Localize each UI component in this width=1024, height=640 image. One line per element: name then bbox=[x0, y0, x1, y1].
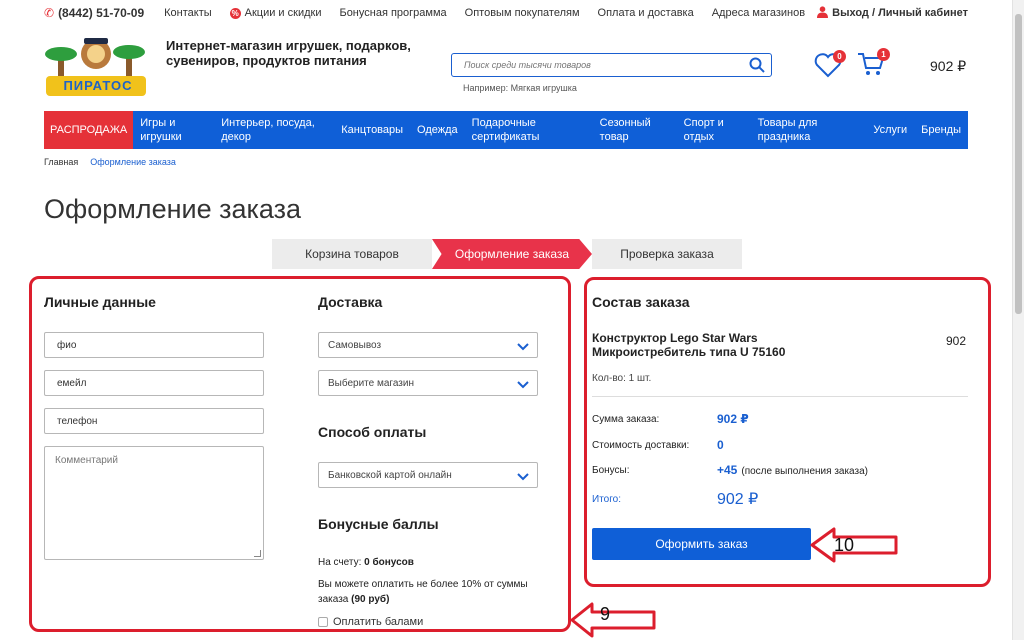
nav-sale[interactable]: РАСПРОДАЖА bbox=[44, 111, 134, 149]
order-sum-value: 902 ₽ bbox=[717, 412, 749, 426]
summary-divider bbox=[592, 396, 968, 397]
order-sum-label: Сумма заказа: bbox=[592, 414, 660, 425]
annotation-label-left: 9 bbox=[600, 604, 611, 624]
store-select-value: Выберите магазин bbox=[328, 377, 414, 389]
nav-interior[interactable]: Интерьер, посуда, декор bbox=[214, 111, 334, 149]
site-tagline: Интернет-магазин игрушек, подарков, суве… bbox=[166, 38, 411, 68]
main-nav: РАСПРОДАЖА Игры и игрушки Интерьер, посу… bbox=[44, 111, 968, 149]
favorites-badge: 0 bbox=[833, 50, 846, 63]
bonus-title: Бонусные баллы bbox=[318, 516, 439, 532]
scrollbar-thumb[interactable] bbox=[1015, 14, 1022, 314]
user-icon bbox=[817, 5, 829, 21]
phone-number[interactable]: ✆ (8442) 51-70-09 bbox=[44, 6, 144, 20]
annotation-arrow-right-icon bbox=[810, 527, 898, 563]
delivery-method-select[interactable]: Самовывоз bbox=[318, 332, 538, 358]
delivery-cost-label: Стоимость доставки: bbox=[592, 440, 690, 451]
chevron-down-icon bbox=[517, 473, 529, 481]
nav-seasonal[interactable]: Сезонный товар bbox=[593, 111, 677, 149]
search-icon[interactable] bbox=[743, 54, 771, 76]
total-value: 902 ₽ bbox=[717, 491, 759, 508]
nav-gift-certificates[interactable]: Подарочные сертификаты bbox=[465, 111, 593, 149]
product-price: 902 bbox=[946, 334, 967, 348]
checkout-steps: Корзина товаров Оформление заказа Провер… bbox=[272, 239, 742, 269]
bonuses-label: Бонусы: bbox=[592, 465, 630, 476]
store-select[interactable]: Выберите магазин bbox=[318, 370, 538, 396]
annotation-arrow-left-icon bbox=[570, 602, 656, 638]
pay-with-points-checkbox[interactable] bbox=[318, 617, 328, 627]
total-label: Итого: bbox=[592, 494, 621, 505]
comment-field[interactable]: Комментарий bbox=[44, 446, 264, 560]
top-bar: ✆ (8442) 51-70-09 Контакты % Акции и ски… bbox=[44, 4, 968, 22]
account-link[interactable]: Выход / Личный кабинет bbox=[817, 5, 968, 21]
phone-field[interactable]: телефон bbox=[44, 408, 264, 434]
phone-icon: ✆ bbox=[44, 6, 55, 20]
bonus-balance-value: 0 бонусов bbox=[364, 557, 414, 568]
top-links: Контакты % Акции и скидки Бонусная прогр… bbox=[164, 7, 805, 19]
nav-clothing[interactable]: Одежда bbox=[410, 111, 465, 149]
nav-sport[interactable]: Спорт и отдых bbox=[677, 111, 751, 149]
bonus-limit-value: (90 руб) bbox=[351, 594, 390, 605]
bonus-limit: Вы можете оплатить не более 10% от суммы… bbox=[318, 579, 528, 605]
breadcrumb-current: Оформление заказа bbox=[90, 157, 176, 167]
link-promotions[interactable]: % Акции и скидки bbox=[229, 7, 321, 19]
percent-icon: % bbox=[229, 7, 241, 19]
pay-with-points-option[interactable]: Оплатить балами bbox=[318, 616, 423, 628]
page-scrollbar[interactable] bbox=[1012, 0, 1024, 640]
step-cart[interactable]: Корзина товаров bbox=[272, 239, 432, 269]
search-input[interactable] bbox=[452, 54, 743, 76]
link-wholesale[interactable]: Оптовым покупателям bbox=[465, 7, 580, 19]
favorites-button[interactable]: 0 bbox=[814, 50, 846, 80]
comment-placeholder: Комментарий bbox=[55, 455, 118, 466]
link-payment-delivery[interactable]: Оплата и доставка bbox=[598, 7, 694, 19]
email-field[interactable]: емейл bbox=[44, 370, 264, 396]
nav-stationery[interactable]: Канцтовары bbox=[334, 111, 410, 149]
payment-title: Способ оплаты bbox=[318, 424, 427, 440]
breadcrumb-home[interactable]: Главная bbox=[44, 157, 78, 167]
logo-text: ПИРАТОС bbox=[63, 78, 133, 93]
resize-handle-icon[interactable] bbox=[254, 550, 261, 557]
delivery-title: Доставка bbox=[318, 294, 383, 310]
bonuses-value: +45 (после выполнения заказа) bbox=[717, 463, 868, 477]
product-name: Конструктор Lego Star Wars Микроистребит… bbox=[592, 331, 786, 359]
bonuses-note: (после выполнения заказа) bbox=[741, 466, 868, 477]
cart-button[interactable]: 1 bbox=[856, 48, 890, 80]
step-review: Проверка заказа bbox=[592, 239, 742, 269]
breadcrumb: Главная Оформление заказа bbox=[44, 157, 176, 167]
link-contacts[interactable]: Контакты bbox=[164, 7, 212, 19]
nav-party[interactable]: Товары для праздника bbox=[751, 111, 851, 149]
search-hint: Например: Мягкая игрушка bbox=[463, 83, 577, 93]
link-store-addresses[interactable]: Адреса магазинов bbox=[712, 7, 805, 19]
payment-method-select[interactable]: Банковской картой онлайн bbox=[318, 462, 538, 488]
step-checkout: Оформление заказа bbox=[432, 239, 592, 269]
bonus-balance: На счету: 0 бонусов bbox=[318, 557, 414, 568]
cart-badge: 1 bbox=[877, 48, 890, 61]
delivery-method-value: Самовывоз bbox=[328, 339, 382, 351]
personal-data-title: Личные данные bbox=[44, 294, 156, 310]
search-box bbox=[451, 53, 772, 77]
nav-brands[interactable]: Бренды bbox=[914, 111, 968, 149]
product-quantity: Кол-во: 1 шт. bbox=[592, 373, 652, 384]
nav-services[interactable]: Услуги bbox=[866, 111, 914, 149]
order-summary-title: Состав заказа bbox=[592, 294, 690, 310]
link-bonus-program[interactable]: Бонусная программа bbox=[339, 7, 446, 19]
cart-total[interactable]: 902 ₽ bbox=[930, 58, 966, 75]
chevron-down-icon bbox=[517, 343, 529, 351]
nav-games-toys[interactable]: Игры и игрушки bbox=[133, 111, 214, 149]
name-field[interactable]: фио bbox=[44, 332, 264, 358]
chevron-down-icon bbox=[517, 381, 529, 389]
delivery-cost-value: 0 bbox=[717, 438, 724, 452]
site-logo[interactable]: ПИРАТОС bbox=[44, 34, 148, 98]
annotation-label-right: 10 bbox=[834, 535, 855, 555]
page-title: Оформление заказа bbox=[44, 194, 302, 224]
pay-with-points-label: Оплатить балами bbox=[333, 616, 424, 628]
payment-method-value: Банковской картой онлайн bbox=[328, 469, 452, 481]
place-order-button[interactable]: Оформить заказ bbox=[592, 528, 811, 560]
